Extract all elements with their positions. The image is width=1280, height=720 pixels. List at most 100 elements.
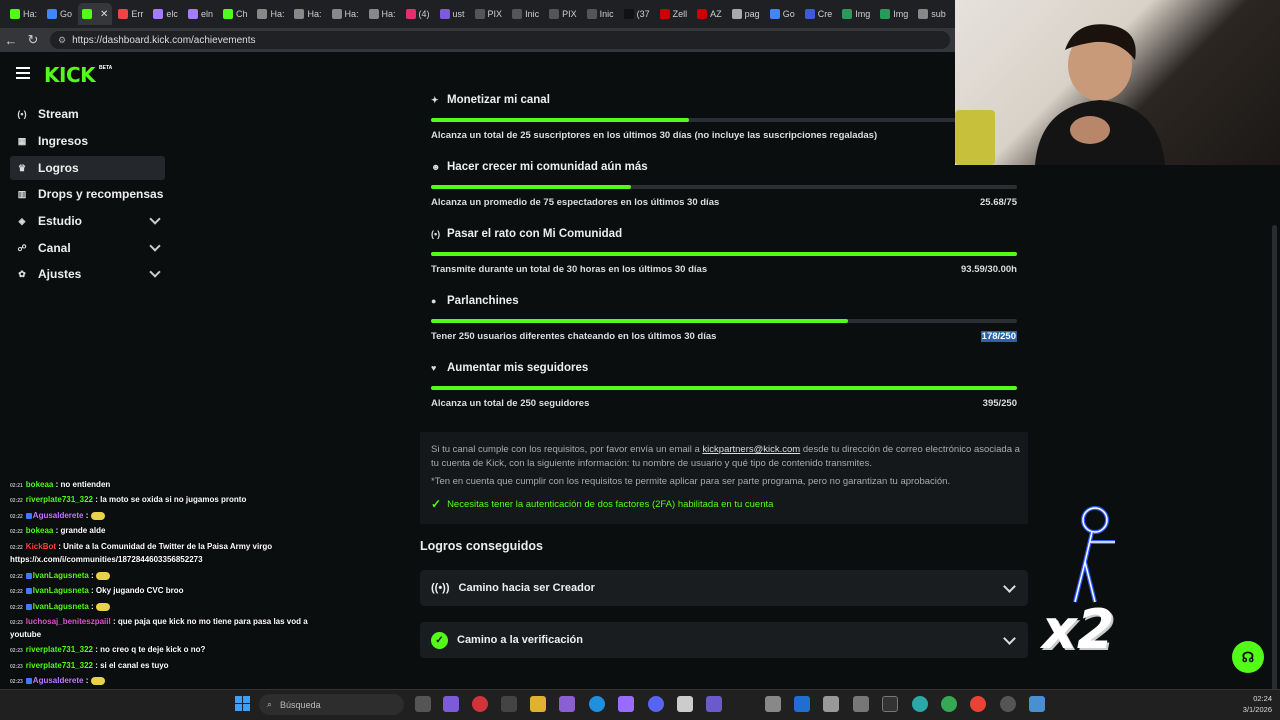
pen-icon[interactable] <box>559 696 575 712</box>
reload-icon[interactable]: ↻ <box>22 32 44 48</box>
browser-tab[interactable]: ust <box>436 3 469 25</box>
chevron-down-icon[interactable] <box>149 213 161 225</box>
sidebar-item-drops[interactable]: ▥ Drops y recompensas <box>10 182 165 206</box>
browser-tab[interactable]: PIX <box>545 3 581 25</box>
obs-icon[interactable] <box>1000 696 1016 712</box>
sidebar-item-estudio[interactable]: ◈ Estudio <box>10 209 165 233</box>
chat-username[interactable]: riverplate731_322 <box>26 661 93 670</box>
browser-tab[interactable]: Img <box>838 3 874 25</box>
sidebar-item-canal[interactable]: ☍ Canal <box>10 236 165 260</box>
settings-icon[interactable] <box>853 696 869 712</box>
browser-tab[interactable]: Ha: <box>328 3 363 25</box>
browser-tab[interactable]: Zell <box>656 3 692 25</box>
document-icon[interactable] <box>765 696 781 712</box>
achieved-item-verification[interactable]: ✓ Camino a la verificación <box>420 622 1028 658</box>
chat-username[interactable]: luchosaj_beniteszpaiil <box>26 617 111 626</box>
achieved-item-creator[interactable]: ((•)) Camino hacia ser Creador <box>420 570 1028 606</box>
browser-tab[interactable]: PIX <box>471 3 507 25</box>
chat-message: 02:22 Agusalderete : <box>10 511 105 520</box>
support-chat-button[interactable]: ☊ <box>1232 641 1264 673</box>
chrome-icon[interactable] <box>970 696 986 712</box>
browser-tab[interactable]: Img <box>876 3 912 25</box>
globe-icon[interactable] <box>912 696 928 712</box>
partner-email-link[interactable]: kickpartners@kick.com <box>702 444 800 455</box>
tab-favicon-icon <box>918 9 929 19</box>
browser-tab[interactable]: eln <box>184 3 217 25</box>
broadcast-icon: (•) <box>17 109 27 119</box>
browser-tab[interactable]: (37 <box>620 3 654 25</box>
chat-username[interactable]: riverplate731_322 <box>26 645 93 654</box>
browser-tab[interactable]: Err <box>114 3 147 25</box>
chat-username[interactable]: Agusalderete <box>33 511 84 520</box>
browser-tab[interactable]: Go <box>766 3 799 25</box>
taskbar-clock[interactable]: 02:24 3/1/2026 <box>1222 693 1272 715</box>
tab-label: eln <box>200 9 213 19</box>
vscode-icon[interactable] <box>618 696 634 712</box>
browser-tab[interactable]: Ch <box>219 3 252 25</box>
tab-favicon-icon <box>82 9 93 19</box>
sidebar-item-logros[interactable]: ♛ Logros <box>10 156 165 180</box>
chat-username[interactable]: IvanLagusneta <box>33 586 89 595</box>
chat-text: : <box>85 676 89 685</box>
browser-tab[interactable]: pag <box>728 3 764 25</box>
chrome-icon[interactable] <box>941 696 957 712</box>
sidebar-item-stream[interactable]: (•) Stream <box>10 102 165 126</box>
menu-icon[interactable] <box>16 67 30 79</box>
chat-username[interactable]: riverplate731_322 <box>26 495 93 504</box>
browser-tab[interactable]: Ha: <box>290 3 325 25</box>
site-info-icon[interactable]: ⚙ <box>58 35 66 46</box>
achievement-description: Alcanza un total de 25 suscriptores en l… <box>431 130 878 141</box>
achievement-description: Alcanza un promedio de 75 espectadores e… <box>431 197 720 208</box>
browser-tab[interactable]: Cre <box>801 3 837 25</box>
taskbar-search[interactable]: ⌕ Búsqueda <box>259 694 404 715</box>
close-tab-icon[interactable]: ✕ <box>100 9 108 20</box>
achievement-progress-fill <box>431 118 689 122</box>
tab-favicon-icon <box>804 9 815 19</box>
achievement-progress-bar <box>431 386 1017 390</box>
kick-logo[interactable]: KICK <box>44 63 96 87</box>
browser-tab[interactable]: sub <box>914 3 950 25</box>
browser-tab[interactable]: Go <box>43 3 76 25</box>
chat-bubble-icon: ● <box>431 296 437 306</box>
page-scrollbar[interactable] <box>1272 225 1277 695</box>
browser-tab[interactable]: ✕ <box>78 3 113 25</box>
browser-tab[interactable]: AZ <box>693 3 726 25</box>
chat-username[interactable]: KickBot <box>26 542 56 551</box>
task-view-icon[interactable] <box>415 696 431 712</box>
sidebar-item-ingresos[interactable]: ▦ Ingresos <box>10 129 165 153</box>
browser-tab[interactable]: Inic <box>508 3 543 25</box>
calculator-icon[interactable] <box>1029 696 1045 712</box>
opera-icon[interactable] <box>472 696 488 712</box>
edge-icon[interactable] <box>589 696 605 712</box>
browser-tab[interactable]: Ha: <box>365 3 400 25</box>
chat-username[interactable]: IvanLagusneta <box>33 571 89 580</box>
windows-start-icon[interactable] <box>235 696 250 711</box>
app-icon[interactable] <box>706 696 722 712</box>
achievement-title: ☻ Hacer crecer mi comunidad aún más <box>431 161 648 173</box>
url-field[interactable]: ⚙ https://dashboard.kick.com/achievement… <box>50 31 950 49</box>
chat-username[interactable]: bokeaa <box>26 480 54 489</box>
folder-icon[interactable] <box>530 696 546 712</box>
ccleaner-icon[interactable] <box>677 696 693 712</box>
discord-icon[interactable] <box>648 696 664 712</box>
sidebar-item-label: Stream <box>38 107 79 121</box>
store-icon[interactable] <box>501 696 517 712</box>
chat-username[interactable]: IvanLagusneta <box>33 602 89 611</box>
back-icon[interactable]: ← <box>0 33 22 48</box>
chat-username[interactable]: Agusalderete <box>33 676 84 685</box>
chevron-down-icon[interactable] <box>149 240 161 252</box>
browser-tab[interactable]: Ha: <box>6 3 41 25</box>
sidebar-item-ajustes[interactable]: ✿ Ajustes <box>10 262 165 286</box>
chevron-down-icon[interactable] <box>149 266 161 278</box>
tab-label: Inic <box>599 9 614 19</box>
copilot-icon[interactable] <box>443 696 459 712</box>
browser-tab[interactable]: Inic <box>583 3 618 25</box>
terminal-icon[interactable] <box>882 696 898 712</box>
browser-tab[interactable]: (4) <box>402 3 434 25</box>
browser-tab[interactable]: Ha: <box>253 3 288 25</box>
chat-text: : Unite a la Comunidad de Twitter de la … <box>58 542 273 551</box>
mail-icon[interactable] <box>794 696 810 712</box>
chat-username[interactable]: bokeaa <box>26 526 54 535</box>
browser-tab[interactable]: elc <box>149 3 182 25</box>
tool-icon[interactable] <box>823 696 839 712</box>
